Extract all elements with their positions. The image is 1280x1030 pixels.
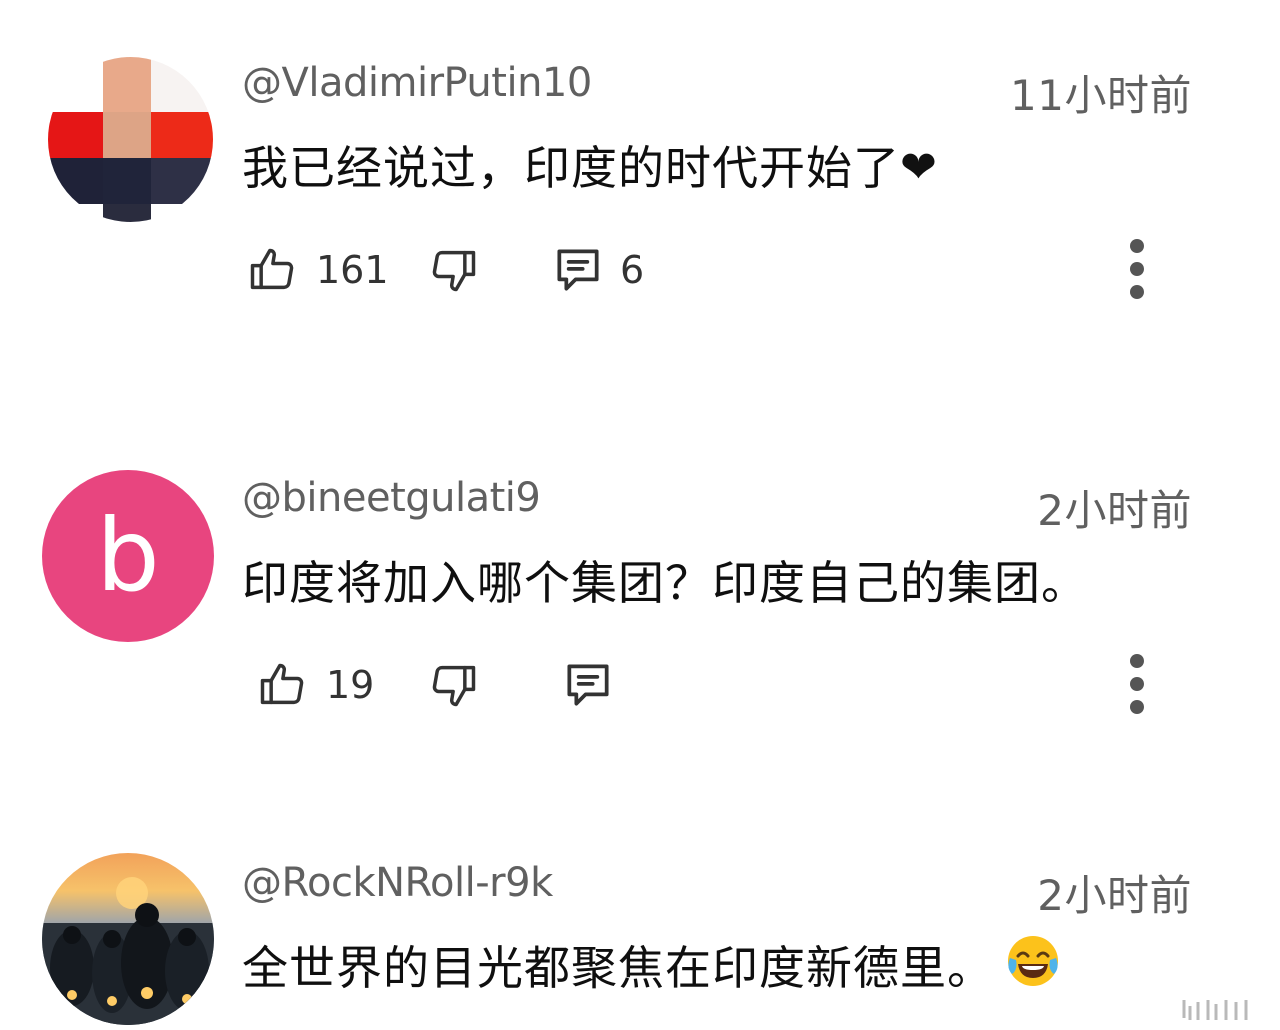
comment-actions: 161 6 [242, 239, 1202, 300]
motorcycle-riders-photo [42, 877, 214, 1025]
thumbs-down-icon [432, 250, 476, 292]
comment-timestamp: 2小时前 [1037, 486, 1192, 535]
comment-timestamp: 2小时前 [1037, 871, 1192, 920]
avatar[interactable]: b [42, 470, 214, 642]
heart-icon: ❤ [900, 142, 938, 193]
comment-timestamp: 11小时前 [1010, 71, 1192, 120]
pixelated-avatar-image [48, 57, 213, 222]
dislike-button[interactable] [428, 240, 480, 300]
comment-body: 我已经说过，印度的时代开始了 [242, 141, 900, 195]
avatar-letter: b [96, 497, 160, 614]
watermark-logo [1150, 996, 1260, 1026]
comment-text: 全世界的目光都聚焦在印度新德里。 [242, 932, 1062, 1001]
dislike-button[interactable] [428, 655, 480, 715]
avatar[interactable] [48, 57, 213, 222]
joy-face-emoji-icon [1004, 932, 1062, 1001]
more-vertical-icon [1130, 239, 1144, 299]
reply-button[interactable] [560, 655, 616, 715]
avatar[interactable] [42, 853, 214, 1025]
comment-username[interactable]: @bineetgulati9 [242, 475, 541, 521]
comment-bubble-icon [557, 249, 599, 291]
more-options-button[interactable] [1122, 234, 1152, 304]
more-options-button[interactable] [1122, 649, 1152, 719]
thumbs-down-icon [432, 665, 476, 707]
comment-text: 印度将加入哪个集团？印度自己的集团。 [242, 556, 1088, 610]
comment-username[interactable]: @RockNRoll-r9k [242, 860, 553, 906]
like-button[interactable]: 161 [246, 240, 389, 300]
comments-list: @VladimirPutin10 11小时前 我已经说过，印度的时代开始了❤ 1… [0, 0, 1280, 1030]
comment-actions: 19 [242, 654, 1202, 715]
comment-body: 全世界的目光都聚焦在印度新德里。 [242, 941, 994, 995]
like-count: 161 [316, 248, 389, 292]
comment-bubble-icon [567, 664, 609, 706]
comment-text: 我已经说过，印度的时代开始了❤ [242, 132, 938, 198]
thumbs-up-icon [260, 663, 304, 705]
like-count: 19 [326, 663, 375, 707]
more-vertical-icon [1130, 654, 1144, 714]
reply-button[interactable]: 6 [550, 240, 644, 300]
thumbs-up-icon [250, 248, 294, 290]
like-button[interactable]: 19 [256, 655, 374, 715]
comment-username[interactable]: @VladimirPutin10 [242, 60, 592, 106]
reply-count: 6 [620, 248, 645, 292]
